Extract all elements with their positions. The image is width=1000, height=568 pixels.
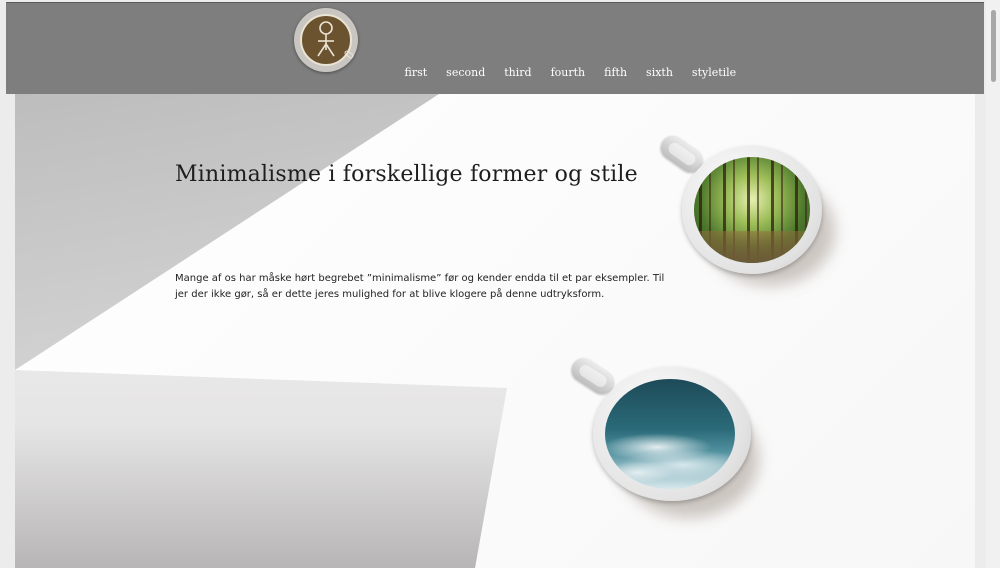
ocean-cup-image	[567, 353, 767, 524]
nav-item-fifth[interactable]: fifth	[595, 66, 637, 79]
nav-item-second[interactable]: second	[437, 66, 495, 79]
scrollbar-thumb[interactable]	[991, 10, 996, 82]
main-nav: first second third fourth fifth sixth st…	[395, 66, 746, 79]
forest-cup-image	[655, 130, 845, 294]
site-header: first second third fourth fifth sixth st…	[6, 2, 984, 94]
nav-item-third[interactable]: third	[495, 66, 541, 79]
hero-section: Minimalisme i forskellige former og stil…	[15, 94, 975, 568]
nav-item-first[interactable]: first	[395, 66, 437, 79]
forest-image	[694, 157, 810, 263]
page-title: Minimalisme i forskellige former og stil…	[175, 162, 638, 187]
ocean-image	[605, 379, 735, 489]
scrollbar[interactable]	[986, 0, 1000, 568]
nav-item-sixth[interactable]: sixth	[637, 66, 683, 79]
nav-item-styletile[interactable]: styletile	[682, 66, 745, 79]
nav-item-fourth[interactable]: fourth	[541, 66, 595, 79]
logo-handle-icon	[343, 49, 355, 60]
fish-symbol-icon	[317, 21, 335, 57]
intro-paragraph: Mange af os har måske hørt begrebet ”min…	[175, 273, 665, 300]
logo[interactable]	[294, 8, 358, 72]
